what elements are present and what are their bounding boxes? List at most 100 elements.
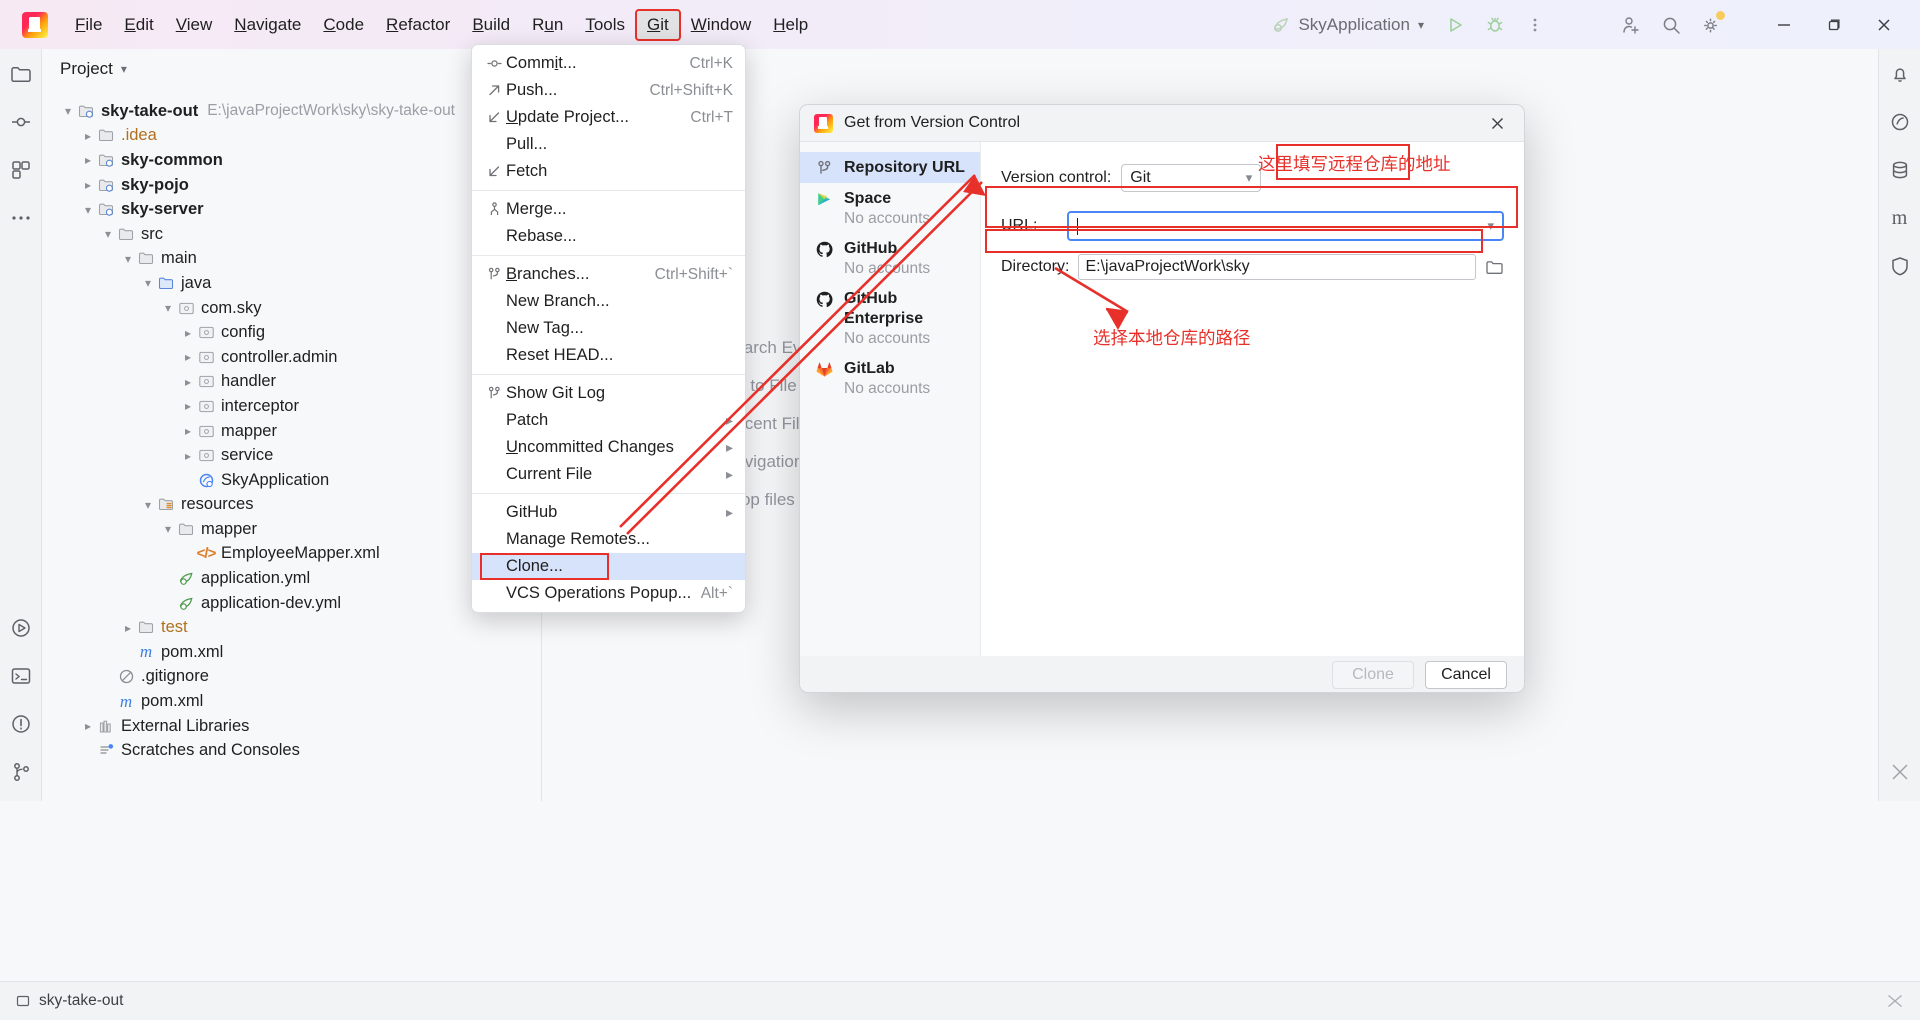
chevron-right-icon[interactable]: ▸ <box>120 621 136 635</box>
chevron-down-icon[interactable]: ▾ <box>80 203 96 217</box>
git-menu-item-clone[interactable]: Clone... <box>472 553 745 580</box>
dialog-provider-list[interactable]: Repository URL Space No accounts GitHub No a… <box>800 142 981 656</box>
tree-node[interactable]: ▸ controller.admin <box>42 345 541 370</box>
tree-node[interactable]: application-dev.yml <box>42 591 541 616</box>
add-user-icon[interactable] <box>1614 8 1648 42</box>
menu-navigate[interactable]: Navigate <box>223 10 312 40</box>
provider-space[interactable]: Space No accounts <box>800 183 980 233</box>
git-menu-item-commit[interactable]: Commit... Ctrl+K <box>472 50 745 77</box>
more-tool-windows-icon[interactable] <box>8 205 34 231</box>
maximize-button[interactable] <box>1812 8 1856 42</box>
git-menu-item-new-tag[interactable]: New Tag... <box>472 315 745 342</box>
chevron-right-icon[interactable]: ▸ <box>80 719 96 733</box>
menu-git[interactable]: Git <box>635 8 681 41</box>
tree-node[interactable]: m pom.xml <box>42 640 541 665</box>
chevron-right-icon[interactable]: ▸ <box>180 326 196 340</box>
git-dropdown-menu[interactable]: Commit... Ctrl+K Push... Ctrl+Shift+K Update… <box>471 44 746 613</box>
git-menu-item-update-project[interactable]: Update Project... Ctrl+T <box>472 104 745 131</box>
tree-node[interactable]: ▾ com.sky <box>42 296 541 321</box>
tree-node[interactable]: ▸ test <box>42 615 541 640</box>
menu-window[interactable]: Window <box>680 10 762 40</box>
menu-tools[interactable]: Tools <box>574 10 636 40</box>
tree-node[interactable]: ▸ handler <box>42 370 541 395</box>
tree-node[interactable]: ▾ java <box>42 271 541 296</box>
close-button[interactable] <box>1862 8 1906 42</box>
chevron-down-icon[interactable]: ▾ <box>100 227 116 241</box>
project-panel-header[interactable]: Project ▾ <box>42 49 541 89</box>
menu-edit[interactable]: Edit <box>113 10 164 40</box>
chevron-right-icon[interactable]: ▸ <box>180 424 196 438</box>
debug-icon[interactable] <box>1478 8 1512 42</box>
tree-node[interactable]: ▾ mapper <box>42 517 541 542</box>
tree-node[interactable]: ▸ interceptor <box>42 394 541 419</box>
clone-button[interactable]: Clone <box>1332 660 1414 689</box>
git-menu-item-pull[interactable]: Pull... <box>472 131 745 158</box>
project-file-tree[interactable]: ▾ sky-take-out E:\javaProjectWork\sky\sky-… <box>42 89 541 763</box>
chevron-right-icon[interactable]: ▸ <box>80 178 96 192</box>
git-menu-item-rebase[interactable]: Rebase... <box>472 223 745 250</box>
menu-file[interactable]: File <box>64 10 113 40</box>
git-menu-item-fetch[interactable]: Fetch <box>472 158 745 185</box>
qodana-shield-icon[interactable] <box>1887 253 1913 279</box>
git-menu-item-manage-remotes[interactable]: Manage Remotes... <box>472 526 745 553</box>
git-menu-item-current-file[interactable]: Current File ▸ <box>472 461 745 488</box>
tree-node[interactable]: ▸ config <box>42 320 541 345</box>
close-icon[interactable] <box>1484 110 1510 136</box>
terminal-tool-icon[interactable] <box>8 663 34 689</box>
git-menu-item-patch[interactable]: Patch ▸ <box>472 407 745 434</box>
git-menu-item-push[interactable]: Push... Ctrl+Shift+K <box>472 77 745 104</box>
git-menu-item-reset-head[interactable]: Reset HEAD... <box>472 342 745 369</box>
menu-code[interactable]: Code <box>312 10 375 40</box>
chevron-down-icon[interactable]: ▾ <box>140 498 156 512</box>
chevron-right-icon[interactable]: ▸ <box>80 129 96 143</box>
more-vertical-icon[interactable] <box>1518 8 1552 42</box>
minimize-button[interactable] <box>1762 8 1806 42</box>
chevron-right-icon[interactable]: ▸ <box>80 153 96 167</box>
tree-node[interactable]: ▸ .idea <box>42 124 541 149</box>
chevron-right-icon[interactable]: ▸ <box>180 399 196 413</box>
git-menu-item-new-branch[interactable]: New Branch... <box>472 288 745 315</box>
bookmarks-icon[interactable] <box>1887 759 1913 785</box>
directory-input[interactable]: E:\javaProjectWork\sky <box>1078 254 1476 280</box>
run-icon[interactable] <box>1438 8 1472 42</box>
provider-repository-url[interactable]: Repository URL <box>800 152 980 183</box>
chevron-down-icon[interactable]: ▾ <box>120 252 136 266</box>
chevron-right-icon[interactable]: ▸ <box>180 375 196 389</box>
tree-node[interactable]: ▸ mapper <box>42 419 541 444</box>
provider-github-enterprise[interactable]: GitHub Enterprise No accounts <box>800 283 980 353</box>
chevron-down-icon[interactable]: ▾ <box>121 62 127 76</box>
version-control-tool-icon[interactable] <box>8 759 34 785</box>
tree-node[interactable]: ▸ sky-pojo <box>42 173 541 198</box>
menu-build[interactable]: Build <box>461 10 521 40</box>
chevron-right-icon[interactable]: ▸ <box>180 350 196 364</box>
tree-node[interactable]: ▾ sky-take-out E:\javaProjectWork\sky\sky-… <box>42 99 541 124</box>
status-project-name[interactable]: sky-take-out <box>39 992 123 1010</box>
chevron-down-icon[interactable]: ▾ <box>140 276 156 290</box>
notifications-icon[interactable] <box>1887 61 1913 87</box>
tree-node[interactable]: ▾ src <box>42 222 541 247</box>
tree-node[interactable]: ▸ service <box>42 443 541 468</box>
git-menu-item-vcs-operations-popup[interactable]: VCS Operations Popup... Alt+` <box>472 580 745 607</box>
project-tool-icon[interactable] <box>8 61 34 87</box>
structure-tool-icon[interactable] <box>8 157 34 183</box>
ai-assistant-icon[interactable] <box>1887 109 1913 135</box>
search-icon[interactable] <box>1654 8 1688 42</box>
git-menu-item-show-git-log[interactable]: Show Git Log <box>472 380 745 407</box>
settings-gear-icon[interactable] <box>1694 8 1728 42</box>
run-tool-icon[interactable] <box>8 615 34 641</box>
chevron-right-icon[interactable]: ▸ <box>180 449 196 463</box>
status-notifications-icon[interactable] <box>1886 992 1904 1010</box>
menu-help[interactable]: Help <box>762 10 819 40</box>
tree-node[interactable]: m pom.xml <box>42 689 541 714</box>
tree-node[interactable]: ▾ main <box>42 247 541 272</box>
menu-run[interactable]: Run <box>521 10 574 40</box>
chevron-down-icon[interactable]: ▾ <box>160 301 176 315</box>
chevron-down-icon[interactable]: ▾ <box>60 104 76 118</box>
provider-gitlab[interactable]: GitLab No accounts <box>800 353 980 403</box>
problems-tool-icon[interactable] <box>8 711 34 737</box>
tree-node[interactable]: Scratches and Consoles <box>42 738 541 763</box>
run-configuration-selector[interactable]: SkyApplication ▾ <box>1264 12 1432 38</box>
tree-node[interactable]: .gitignore <box>42 665 541 690</box>
cancel-button[interactable]: Cancel <box>1425 660 1507 689</box>
commit-tool-icon[interactable] <box>8 109 34 135</box>
